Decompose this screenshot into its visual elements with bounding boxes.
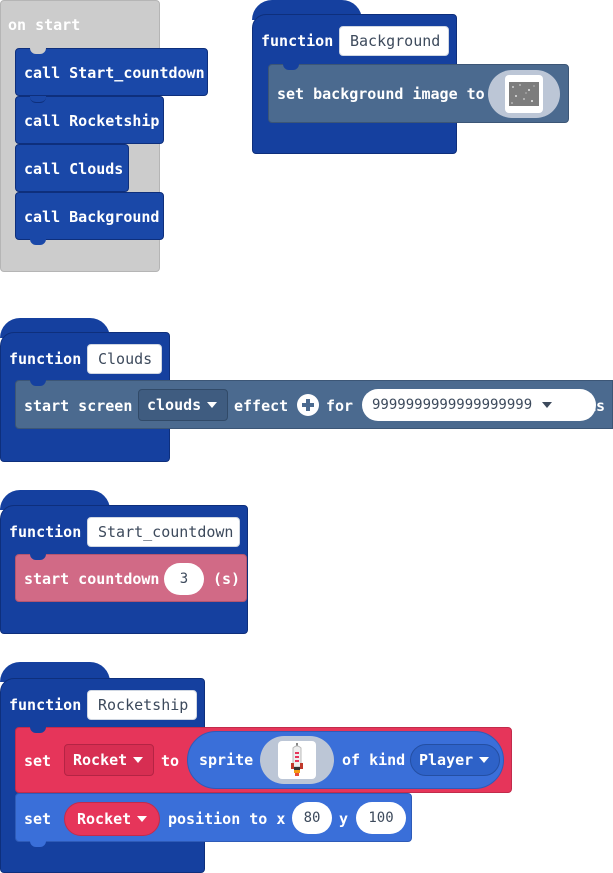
ms-unit-label: ms — [587, 397, 606, 415]
start-screen-label: start screen — [24, 397, 133, 415]
call-keyword: call — [24, 64, 61, 82]
plus-circle-icon[interactable] — [296, 393, 320, 417]
function-name-field[interactable]: Rocketship — [87, 690, 197, 720]
call-target-clouds: Clouds — [69, 160, 124, 178]
function-keyword: function — [261, 32, 334, 50]
function-keyword: function — [9, 523, 82, 541]
start-countdown-block[interactable]: start countdown 3 (s) — [15, 554, 247, 602]
position-variable-value: Rocket — [77, 810, 132, 828]
effect-label: effect — [234, 397, 289, 415]
variable-dropdown[interactable]: Rocket — [64, 744, 154, 776]
sprite-image-picker[interactable] — [260, 736, 334, 784]
effect-dropdown[interactable]: clouds — [138, 389, 228, 421]
position-to-label: position to x — [168, 810, 286, 828]
function-name-field[interactable]: Clouds — [87, 344, 162, 374]
call-target-background: Background — [69, 208, 160, 226]
effect-dropdown-value: clouds — [147, 396, 202, 414]
call-background-block[interactable]: call Background — [15, 192, 164, 245]
set-keyword: set — [24, 752, 52, 770]
variable-dropdown-value: Rocket — [73, 751, 128, 769]
function-keyword: function — [9, 350, 82, 368]
function-name-field[interactable]: Background — [339, 26, 449, 56]
function-name-field[interactable]: Start_countdown — [87, 517, 240, 547]
for-label: for — [326, 397, 354, 415]
background-image-thumbnail-icon — [505, 75, 543, 113]
set-background-image-block[interactable]: set background image to — [268, 64, 569, 123]
rocket-sprite-icon — [278, 741, 316, 779]
position-variable-dropdown[interactable]: Rocket — [64, 802, 160, 836]
kind-dropdown[interactable]: Player — [410, 744, 500, 776]
chevron-down-icon — [137, 816, 148, 822]
background-image-picker[interactable] — [488, 70, 560, 118]
y-keyword: y — [339, 810, 349, 828]
call-target-rocketship: Rocketship — [69, 112, 160, 130]
start-countdown-label: start countdown — [24, 570, 160, 588]
chevron-down-icon — [542, 402, 553, 408]
kind-dropdown-value: Player — [419, 751, 474, 769]
to-keyword: to — [161, 752, 180, 770]
x-value-input[interactable]: 80 — [292, 802, 332, 834]
duration-value: 9999999999999999999 — [372, 397, 533, 413]
on-start-label: on start — [8, 16, 81, 34]
sprite-create-block[interactable]: sprite of kind Player — [187, 731, 504, 789]
start-screen-effect-block[interactable]: start screen clouds effect for 999999999… — [15, 380, 613, 429]
seconds-unit-label: (s) — [213, 570, 241, 588]
function-keyword: function — [9, 696, 82, 714]
set-sprite-block[interactable]: set Rocket to sprite of kind Player — [15, 727, 512, 793]
call-target-start-countdown: Start_countdown — [69, 64, 205, 82]
chevron-down-icon — [479, 757, 490, 763]
duration-input[interactable]: 9999999999999999999 — [362, 389, 596, 421]
call-clouds-block[interactable]: call Clouds — [15, 144, 129, 192]
of-kind-keyword: of kind — [342, 751, 406, 769]
call-keyword: call — [24, 112, 61, 130]
set-keyword: set — [24, 810, 52, 828]
set-position-block[interactable]: set Rocket position to x 80 y 100 — [15, 793, 412, 847]
chevron-down-icon — [207, 402, 218, 408]
chevron-down-icon — [133, 757, 144, 763]
set-background-label: set background image to — [277, 85, 485, 103]
sprite-keyword: sprite — [199, 751, 254, 769]
call-keyword: call — [24, 160, 61, 178]
y-value-input[interactable]: 100 — [356, 802, 406, 834]
call-keyword: call — [24, 208, 61, 226]
countdown-seconds-input[interactable]: 3 — [164, 563, 204, 595]
call-start-countdown-block[interactable]: call Start_countdown — [15, 48, 208, 96]
call-rocketship-block[interactable]: call Rocketship — [15, 96, 164, 144]
